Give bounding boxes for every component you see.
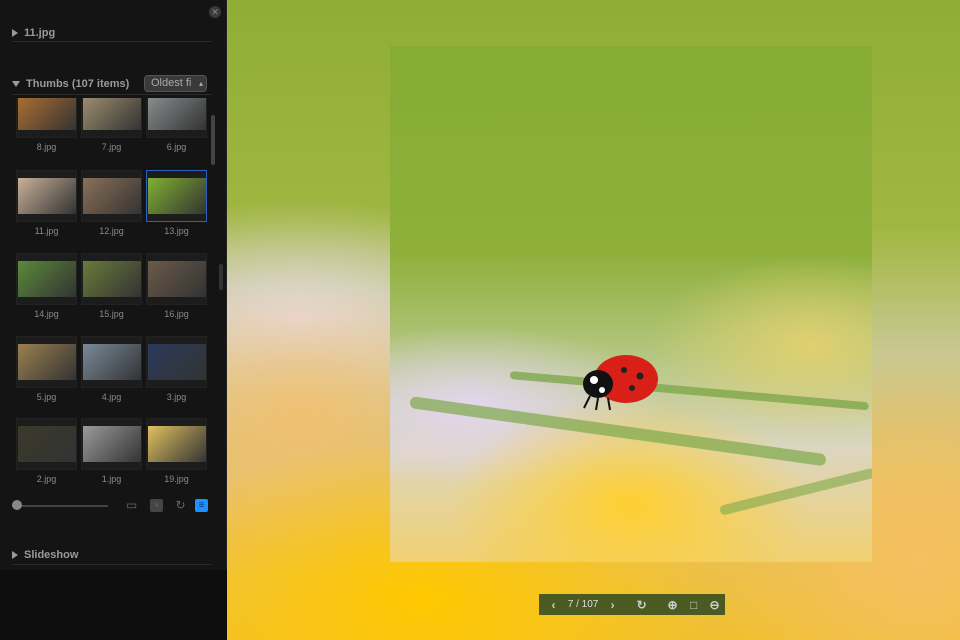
zoom-out-icon[interactable]: ⊖: [704, 598, 725, 612]
thumbnail-image: [146, 418, 207, 470]
viewer-toolbar: ‹ 7 / 107 › ↻ ⊕ □ ⊖: [539, 594, 725, 615]
prev-icon[interactable]: ‹: [543, 598, 564, 612]
thumbnail[interactable]: 3.jpg: [146, 336, 207, 402]
expand-icon: [12, 29, 18, 37]
thumbnail[interactable]: 5.jpg: [16, 336, 77, 402]
thumbnail-image: [81, 98, 142, 138]
zoom-in-icon[interactable]: ⊕: [662, 598, 683, 612]
thumbnail-image: [81, 170, 142, 222]
thumbnail-image: [146, 253, 207, 305]
thumbnail-image: [146, 170, 207, 222]
refresh-icon[interactable]: ↻: [174, 499, 187, 512]
section-thumbs[interactable]: Thumbs (107 items): [12, 78, 129, 90]
thumbnail-grid: 8.jpg 7.jpg 6.jpg 11.jpg 12.jpg 13.jpg 14.jpg 1…: [0, 98, 210, 488]
thumbnail[interactable]: 15.jpg: [81, 253, 142, 319]
thumbnail-label: 4.jpg: [101, 392, 122, 402]
rotate-icon[interactable]: ↻: [631, 598, 652, 612]
thumbnail-image: [146, 336, 207, 388]
image-counter: 7 / 107: [567, 599, 599, 610]
sort-select[interactable]: Oldest fi ▴: [144, 75, 207, 92]
thumbnail-label: 5.jpg: [36, 392, 57, 402]
thumbnail-label: 8.jpg: [36, 142, 57, 152]
updown-icon: ▴: [198, 79, 203, 88]
thumbnail[interactable]: 11.jpg: [16, 170, 77, 236]
thumbnail-image: [16, 253, 77, 305]
thumbnail[interactable]: 16.jpg: [146, 253, 207, 319]
list-icon[interactable]: ≡: [195, 499, 208, 512]
slider-knob[interactable]: [12, 500, 22, 510]
thumbnail-label: 13.jpg: [164, 226, 189, 236]
thumbnail-label: 15.jpg: [99, 309, 124, 319]
thumbnail-image: [81, 253, 142, 305]
ladybug: [583, 355, 658, 411]
thumbnail[interactable]: 6.jpg: [146, 98, 207, 152]
thumbnail[interactable]: 13.jpg: [146, 170, 207, 236]
thumb-size-slider[interactable]: [12, 505, 108, 507]
thumbnail[interactable]: 19.jpg: [146, 418, 207, 484]
close-icon[interactable]: ✕: [209, 6, 221, 18]
thumbnail-label: 6.jpg: [166, 142, 187, 152]
resize-handle[interactable]: [219, 264, 223, 290]
thumbnail-label: 14.jpg: [34, 309, 59, 319]
thumbnail-image: [16, 418, 77, 470]
thumbnail[interactable]: 14.jpg: [16, 253, 77, 319]
thumbnail-label: 7.jpg: [101, 142, 122, 152]
sidebar-panel: ✕ 11.jpg Thumbs (107 items) Oldest fi ▴ 8…: [0, 0, 227, 570]
folder-icon[interactable]: ▭: [125, 499, 138, 512]
thumbnail-image: [146, 98, 207, 138]
expand-icon: [12, 551, 18, 559]
thumbnail-label: 12.jpg: [99, 226, 124, 236]
thumbnail-label: 19.jpg: [164, 474, 189, 484]
thumbnail-label: 2.jpg: [36, 474, 57, 484]
thumbnail-image: [81, 336, 142, 388]
thumbnail-label: 11.jpg: [34, 226, 59, 236]
section-current-file[interactable]: 11.jpg: [12, 27, 55, 39]
clear-icon[interactable]: ×: [150, 499, 163, 512]
thumbnail[interactable]: 8.jpg: [16, 98, 77, 152]
main-image-ladybug: [390, 46, 872, 562]
thumbnail-image: [16, 98, 77, 138]
fit-icon[interactable]: □: [683, 598, 704, 612]
thumbnail-image: [16, 170, 77, 222]
thumbnail[interactable]: 4.jpg: [81, 336, 142, 402]
section-slideshow[interactable]: Slideshow: [12, 549, 78, 561]
collapse-icon: [12, 81, 20, 87]
thumbnail-image: [16, 336, 77, 388]
thumbnail[interactable]: 7.jpg: [81, 98, 142, 152]
thumbnail-label: 1.jpg: [101, 474, 122, 484]
next-icon[interactable]: ›: [602, 598, 623, 612]
scrollbar[interactable]: [211, 115, 215, 165]
thumbnail[interactable]: 2.jpg: [16, 418, 77, 484]
thumbnail-label: 3.jpg: [166, 392, 187, 402]
thumbnail-image: [81, 418, 142, 470]
thumbnail[interactable]: 12.jpg: [81, 170, 142, 236]
thumbnail[interactable]: 1.jpg: [81, 418, 142, 484]
sidebar-footer: [0, 570, 227, 640]
thumbnail-label: 16.jpg: [164, 309, 189, 319]
